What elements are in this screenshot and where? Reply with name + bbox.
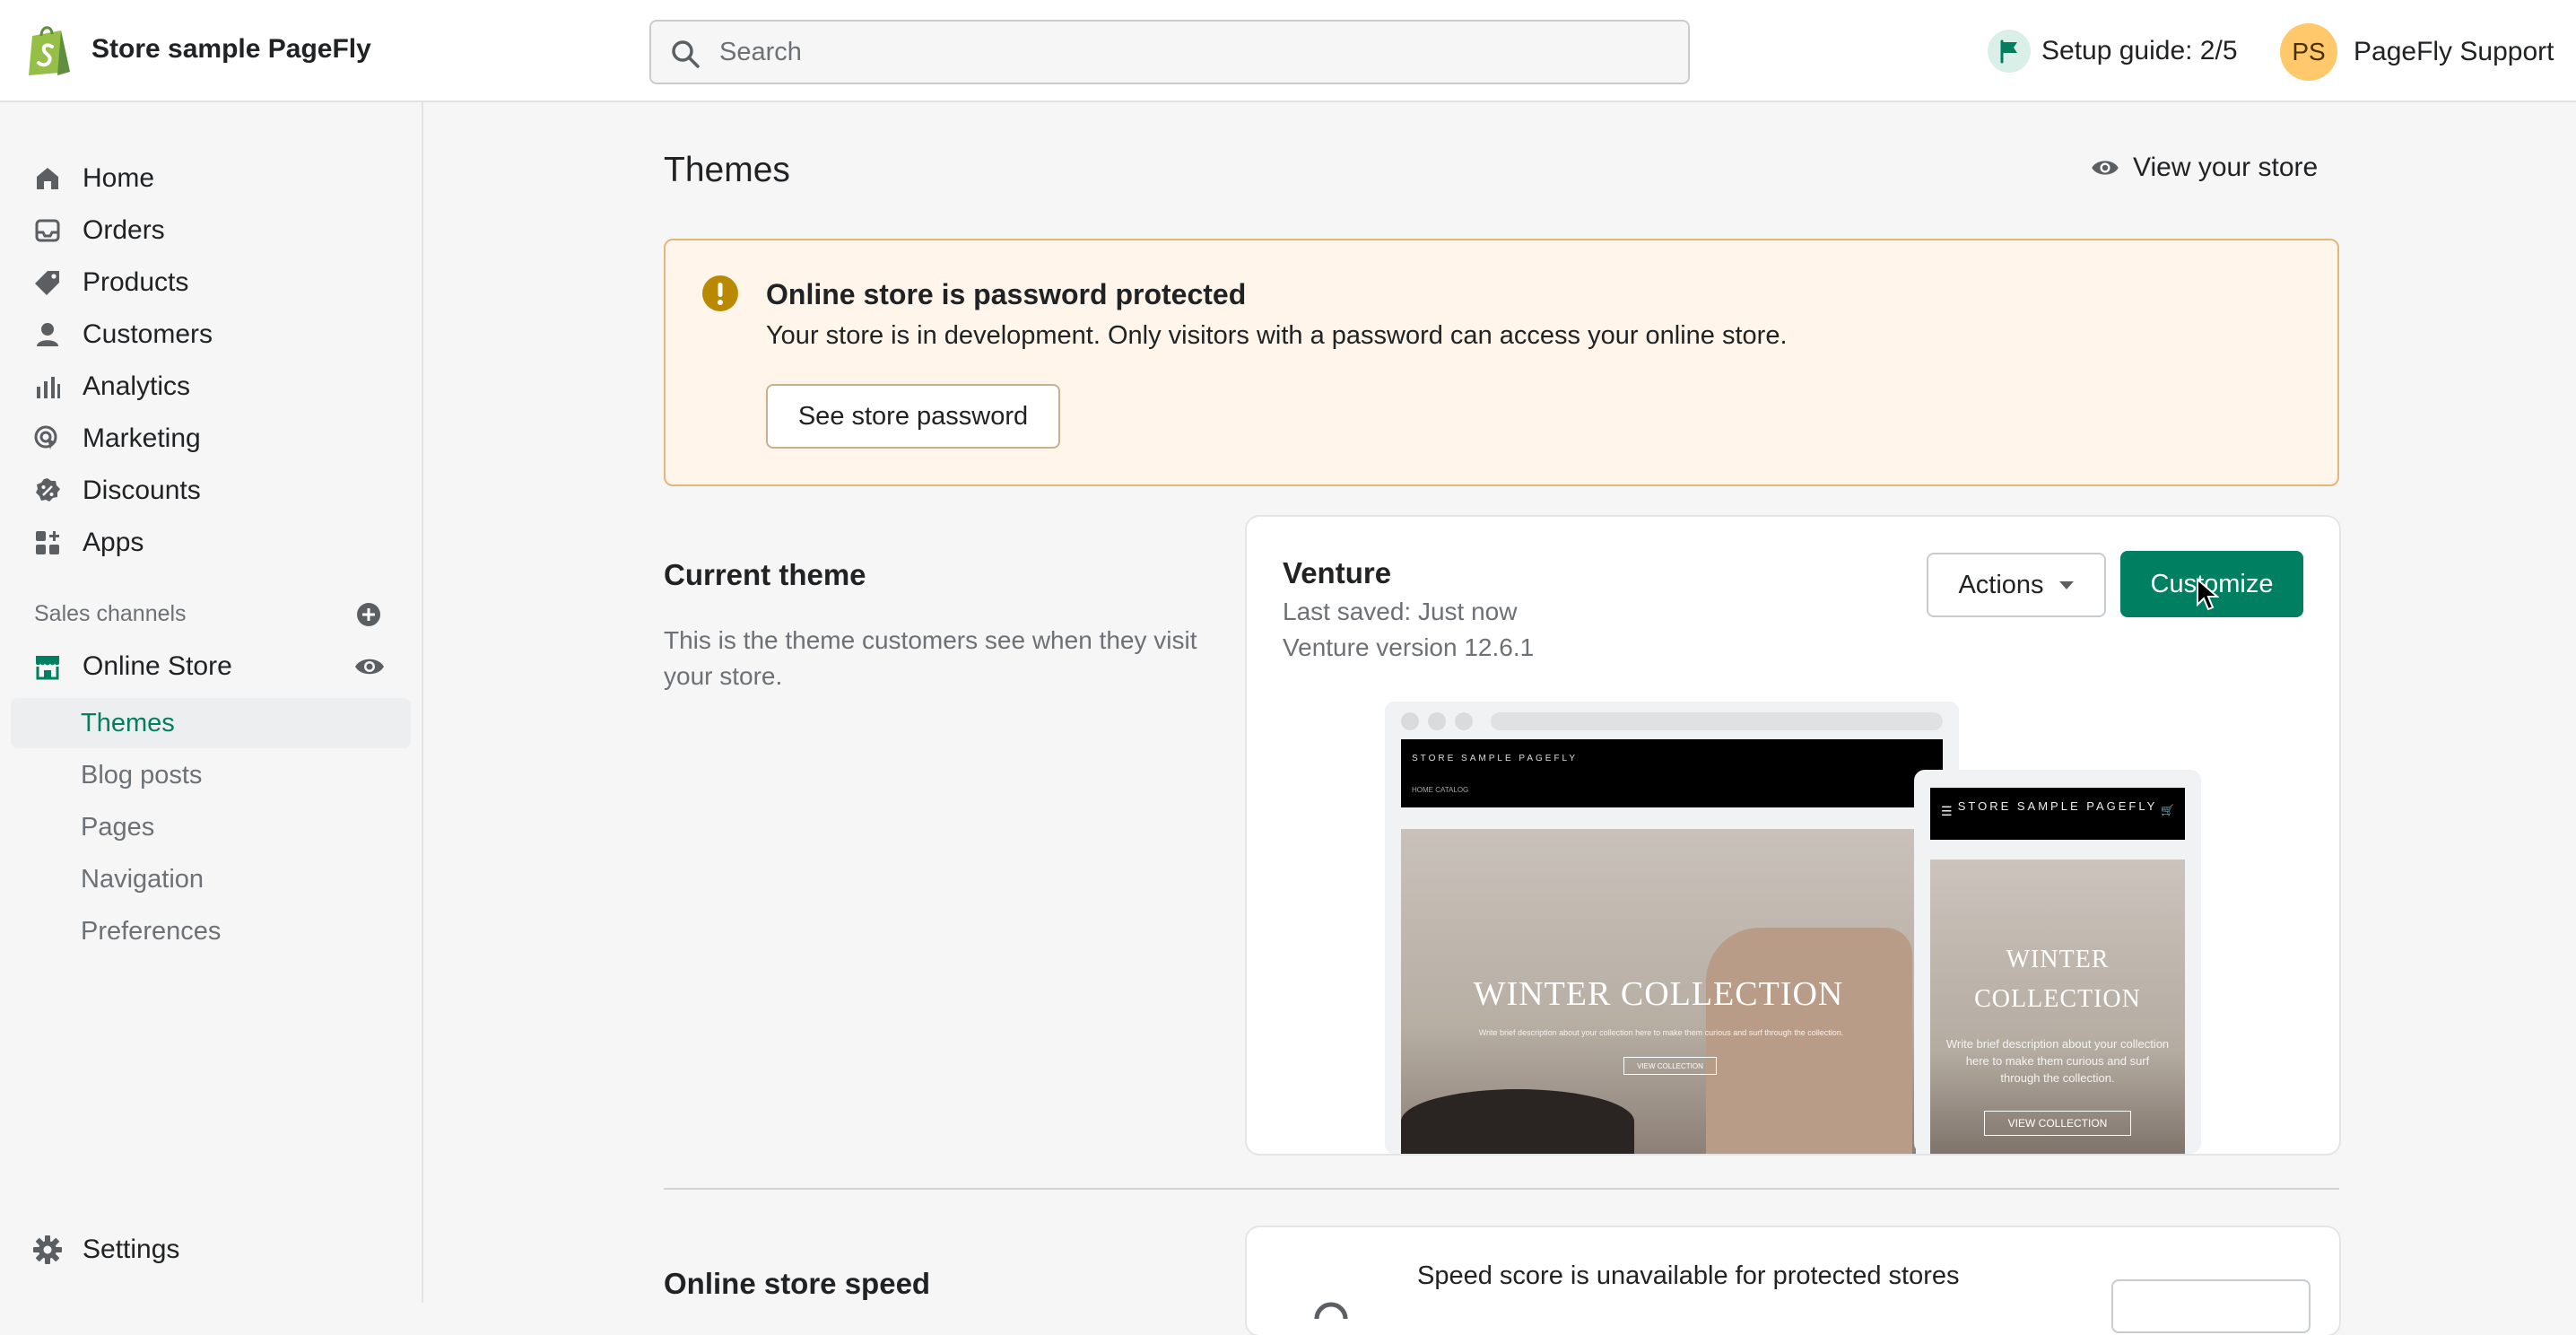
current-theme-card: Venture Last saved: Just now Venture ver… bbox=[1247, 517, 2339, 1154]
sidebar: Home Orders Products Customers Analytics… bbox=[0, 102, 423, 1303]
caret-down-icon bbox=[2058, 581, 2074, 589]
search-input[interactable] bbox=[718, 31, 1668, 74]
theme-version: Venture version 12.6.1 bbox=[1283, 633, 1535, 661]
mobile-preview-hero-image: WINTER COLLECTION Write brief descriptio… bbox=[1930, 859, 2185, 1154]
sales-channels-heading: Sales channels bbox=[34, 601, 187, 626]
sidebar-item-label: Online Store bbox=[83, 651, 232, 681]
active-item-highlight bbox=[11, 698, 411, 748]
preview-hero-subtitle: Write brief description about your colle… bbox=[1478, 1028, 1844, 1037]
sidebar-item-discounts[interactable]: Discounts bbox=[32, 468, 201, 513]
online-store-speed-heading: Online store speed bbox=[664, 1267, 931, 1300]
sidebar-item-analytics[interactable]: Analytics bbox=[32, 364, 190, 409]
mobile-preview-hero-button: VIEW COLLECTION bbox=[1984, 1111, 2131, 1136]
browser-url-bar bbox=[1491, 712, 1943, 730]
table-shape bbox=[1401, 1089, 1634, 1154]
sidebar-item-marketing[interactable]: Marketing bbox=[32, 416, 201, 461]
mobile-preview-hero-title: WINTER COLLECTION bbox=[1974, 946, 2141, 1013]
sidebar-item-preferences[interactable]: Preferences bbox=[81, 917, 221, 947]
sidebar-item-products[interactable]: Products bbox=[32, 260, 188, 305]
search-bar[interactable] bbox=[649, 20, 1690, 84]
add-circle-icon[interactable] bbox=[355, 601, 382, 628]
browser-dots bbox=[1401, 712, 1473, 730]
sidebar-item-label: Settings bbox=[83, 1235, 180, 1264]
sidebar-item-label: Apps bbox=[83, 528, 144, 557]
sidebar-item-themes[interactable]: Themes bbox=[81, 709, 175, 738]
view-store-label: View your store bbox=[2133, 153, 2319, 182]
discount-icon bbox=[32, 476, 63, 506]
shopify-logo-icon[interactable] bbox=[25, 23, 75, 77]
preview-hero-button: VIEW COLLECTION bbox=[1623, 1057, 1717, 1075]
preview-header: STORE SAMPLE PAGEFLY HOME CATALOG bbox=[1401, 739, 1943, 807]
sidebar-item-settings[interactable]: Settings bbox=[32, 1227, 179, 1272]
mouse-cursor-icon bbox=[2197, 578, 2219, 611]
desktop-theme-preview[interactable]: STORE SAMPLE PAGEFLY HOME CATALOG WINTER… bbox=[1385, 702, 1959, 1154]
sidebar-item-label: Products bbox=[83, 267, 189, 297]
gear-icon bbox=[32, 1235, 63, 1265]
see-store-password-button[interactable]: See store password bbox=[766, 384, 1060, 449]
mobile-preview-hero-subtitle: Write brief description about your colle… bbox=[1945, 1037, 2170, 1085]
setup-guide-label: Setup guide: 2/5 bbox=[2041, 36, 2238, 65]
banner-title: Online store is password protected bbox=[766, 278, 1247, 310]
theme-last-saved: Last saved: Just now bbox=[1283, 598, 1518, 625]
sidebar-item-label: Customers bbox=[83, 319, 213, 349]
user-name: PageFly Support bbox=[2354, 37, 2554, 66]
sidebar-item-label: Home bbox=[83, 163, 155, 193]
top-bar: Store sample PageFly Setup guide: 2/5 PS… bbox=[0, 0, 2576, 102]
sidebar-item-customers[interactable]: Customers bbox=[32, 312, 213, 357]
user-menu[interactable]: PS PageFly Support bbox=[2280, 23, 2554, 81]
sidebar-item-label: Marketing bbox=[83, 423, 201, 453]
sidebar-item-blog-posts[interactable]: Blog posts bbox=[81, 761, 202, 790]
sidebar-item-apps[interactable]: Apps bbox=[32, 520, 144, 565]
theme-name: Venture bbox=[1283, 556, 1392, 589]
setup-guide-button[interactable]: Setup guide: 2/5 bbox=[1988, 29, 2238, 74]
mobile-preview-header: ☰ STORE SAMPLE PAGEFLY 🛒 bbox=[1930, 788, 2185, 840]
sidebar-item-label: Orders bbox=[83, 215, 165, 245]
inbox-icon bbox=[32, 215, 63, 246]
sidebar-item-navigation[interactable]: Navigation bbox=[81, 865, 204, 894]
mobile-preview-brand: STORE SAMPLE PAGEFLY bbox=[1957, 799, 2158, 813]
cart-icon: 🛒 bbox=[2161, 804, 2174, 816]
password-protected-banner: Online store is password protected Your … bbox=[664, 239, 2339, 486]
person-icon bbox=[32, 319, 63, 350]
tag-icon bbox=[32, 267, 63, 298]
speed-score-message: Speed score is unavailable for protected… bbox=[1417, 1261, 1960, 1290]
warning-icon bbox=[702, 275, 738, 311]
banner-description: Your store is in development. Only visit… bbox=[766, 321, 1788, 350]
flag-icon bbox=[1988, 30, 2031, 73]
preview-brand: STORE SAMPLE PAGEFLY bbox=[1412, 754, 1579, 763]
section-divider bbox=[664, 1188, 2339, 1190]
speed-gauge-icon bbox=[1314, 1302, 1348, 1320]
sidebar-item-label: Analytics bbox=[83, 371, 191, 401]
mobile-theme-preview[interactable]: ☰ STORE SAMPLE PAGEFLY 🛒 WINTER COLLECTI… bbox=[1914, 770, 2201, 1154]
online-store-speed-card: Speed score is unavailable for protected… bbox=[1247, 1227, 2339, 1335]
actions-label: Actions bbox=[1958, 570, 2044, 599]
sidebar-item-label: Discounts bbox=[83, 476, 201, 505]
eye-icon[interactable] bbox=[353, 655, 386, 678]
sidebar-item-orders[interactable]: Orders bbox=[32, 208, 165, 253]
store-name[interactable]: Store sample PageFly bbox=[91, 34, 371, 65]
page-title: Themes bbox=[664, 151, 790, 189]
eye-icon bbox=[2092, 161, 2119, 175]
preview-nav-links: HOME CATALOG bbox=[1412, 786, 1469, 794]
bar-chart-icon bbox=[32, 371, 63, 402]
apps-icon bbox=[32, 528, 63, 558]
sidebar-item-online-store[interactable]: Online Store bbox=[32, 644, 232, 689]
current-theme-heading: Current theme bbox=[664, 558, 866, 591]
search-icon bbox=[672, 40, 700, 68]
sidebar-item-home[interactable]: Home bbox=[32, 156, 154, 201]
target-icon bbox=[32, 423, 63, 454]
chair-shape bbox=[1706, 928, 1912, 1154]
preview-hero-image: WINTER COLLECTION Write brief descriptio… bbox=[1401, 829, 1916, 1154]
speed-action-button[interactable] bbox=[2111, 1279, 2311, 1333]
home-icon bbox=[32, 163, 63, 194]
store-icon bbox=[32, 651, 63, 682]
view-store-link[interactable]: View your store bbox=[2090, 153, 2318, 183]
current-theme-description: This is the theme customers see when the… bbox=[664, 626, 1197, 690]
avatar: PS bbox=[2280, 23, 2337, 81]
preview-hero-title: WINTER COLLECTION bbox=[1473, 975, 1844, 1013]
actions-button[interactable]: Actions bbox=[1927, 553, 2106, 617]
sidebar-item-pages[interactable]: Pages bbox=[81, 813, 154, 842]
